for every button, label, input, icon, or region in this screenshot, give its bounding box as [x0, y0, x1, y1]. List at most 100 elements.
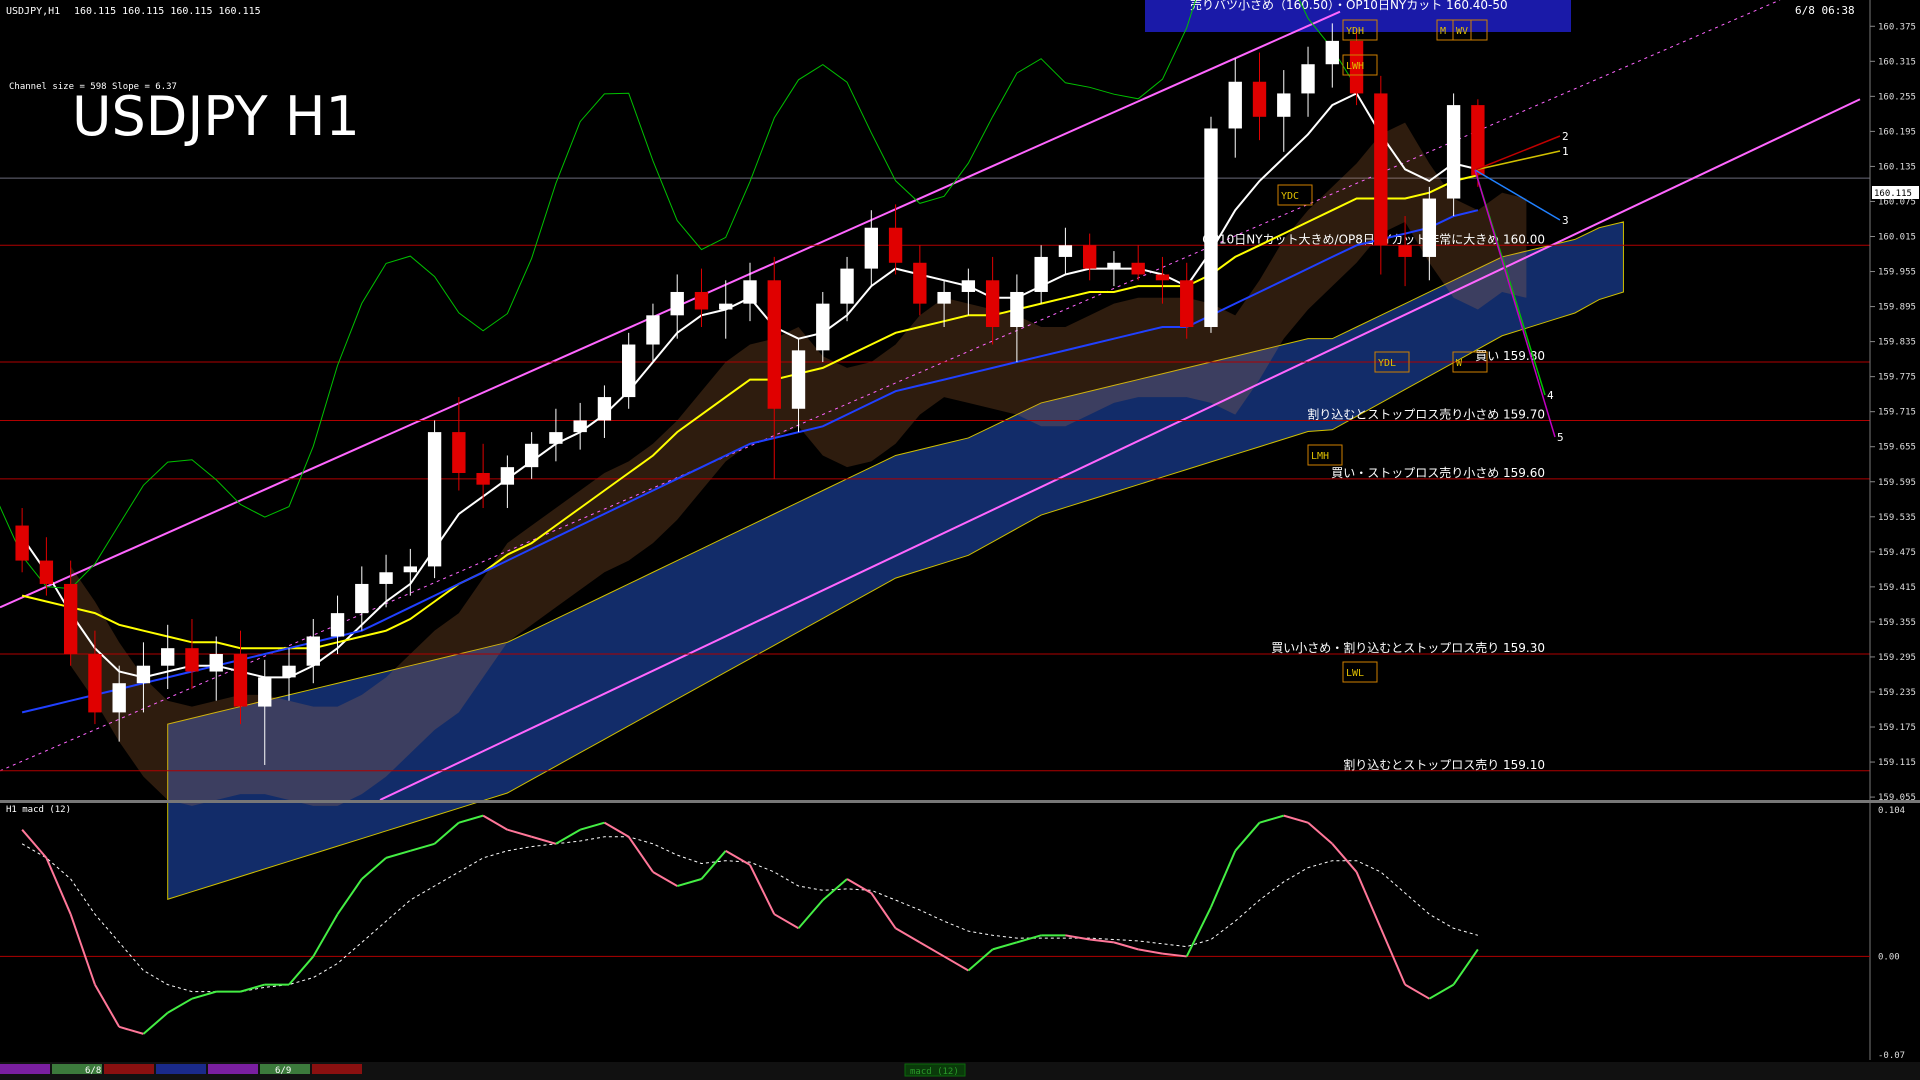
price-tick-label: 159.475	[1878, 548, 1916, 558]
price-tick-label: 159.895	[1878, 303, 1916, 313]
date-label: 6/9	[275, 1066, 291, 1076]
candle-body	[1228, 81, 1242, 129]
candle-body	[355, 583, 369, 614]
level-box-label: M	[1440, 26, 1446, 37]
candle-body	[864, 227, 878, 269]
candle-body	[1131, 262, 1145, 275]
candle-body	[767, 280, 781, 409]
trading-chart[interactable]: 売りバツ小さめ（160.50）・OP10日NYカット 160.40-50 USD…	[0, 0, 1920, 1080]
candle-body	[1398, 245, 1412, 257]
candle-body	[1446, 105, 1461, 199]
price-tick-label: 159.115	[1878, 758, 1916, 768]
price-tick-label: 159.355	[1878, 618, 1916, 628]
candle-body	[622, 344, 636, 398]
price-tick-label: 159.235	[1878, 688, 1916, 698]
candle-body	[15, 525, 29, 561]
symbol-header: USDJPY,H1	[6, 6, 60, 17]
candle-body	[1252, 81, 1267, 117]
candle-body	[888, 227, 903, 263]
candle-body	[646, 315, 660, 345]
price-tick-label: 159.595	[1878, 478, 1916, 488]
indicator-tab-label: macd (12)	[910, 1067, 959, 1077]
pane-separator[interactable]	[0, 800, 1920, 803]
macd-label: H1 macd (12)	[6, 805, 71, 815]
projection-label: 5	[1557, 431, 1564, 444]
candle-body	[694, 291, 709, 310]
price-tick-label: 159.535	[1878, 513, 1916, 523]
price-tick-label: 160.255	[1878, 92, 1916, 102]
candle-body	[112, 683, 126, 713]
candle-body	[452, 432, 466, 473]
price-tick-label: 159.775	[1878, 373, 1916, 383]
candle-body	[233, 654, 248, 707]
price-tick-label: 160.375	[1878, 22, 1916, 32]
date-label: 6/8	[85, 1066, 101, 1076]
projection-label: 3	[1562, 214, 1569, 227]
candle-body	[258, 677, 272, 707]
price-tick-label: 160.315	[1878, 57, 1916, 67]
price-tick-label: 159.955	[1878, 268, 1916, 278]
macd-tick-label: -0.07	[1878, 1051, 1905, 1061]
candle-body	[791, 350, 806, 409]
ohlc-header: 160.115 160.115 160.115 160.115	[74, 6, 261, 17]
level-box-label: WV	[1456, 26, 1468, 37]
candle-body	[961, 280, 976, 292]
candle-body	[500, 467, 515, 485]
price-tick-label: 160.015	[1878, 232, 1916, 242]
candle-body	[427, 432, 442, 567]
price-tick-label: 159.655	[1878, 443, 1916, 453]
projection-label: 2	[1562, 130, 1569, 143]
price-level-label: 買い小さめ・割り込むとストップロス売り 159.30	[1271, 640, 1545, 655]
candle-body	[524, 443, 539, 468]
candle-body	[597, 397, 612, 421]
candle-body	[379, 572, 393, 584]
candle-body	[549, 432, 563, 444]
candle-body	[88, 654, 102, 713]
candle-body	[185, 648, 199, 672]
candle-body	[1325, 40, 1339, 65]
candle-body	[1083, 245, 1097, 269]
candle-body	[816, 303, 830, 351]
price-tick-label: 159.415	[1878, 583, 1916, 593]
level-box-label: YDH	[1346, 26, 1364, 37]
candle-body	[1058, 245, 1073, 257]
candle-body	[1010, 291, 1024, 328]
bottom-bar: 6/8 6/9 macd (12)	[0, 1062, 1920, 1080]
candle-body	[985, 280, 1000, 328]
candle-body	[1471, 105, 1485, 176]
candle-body	[330, 613, 345, 637]
macd-tick-label: 0.104	[1878, 806, 1905, 816]
candle-body	[39, 560, 54, 584]
datetime-label: 6/8 06:38	[1795, 4, 1855, 17]
price-tick-label: 159.175	[1878, 723, 1916, 733]
candle-body	[1107, 262, 1121, 269]
level-box-label: W	[1456, 358, 1463, 369]
price-tick-label: 160.195	[1878, 127, 1916, 137]
projection-label: 4	[1547, 389, 1554, 402]
candle-body	[1422, 198, 1437, 257]
candle-body	[1374, 93, 1388, 246]
chart-title: USDJPY H1	[72, 85, 360, 148]
price-level-label: 買い・ストップロス売り小さめ 159.60	[1331, 465, 1545, 480]
bottom-swatch	[208, 1064, 258, 1074]
candle-body	[1277, 93, 1291, 117]
level-box-label: LWL	[1346, 668, 1364, 679]
candle-body	[913, 262, 927, 304]
candle-body	[136, 665, 151, 684]
bottom-swatch	[312, 1064, 362, 1074]
level-box-label: LWH	[1346, 61, 1364, 72]
bottom-swatch	[156, 1064, 206, 1074]
candle-body	[63, 583, 78, 655]
candle-body	[1034, 256, 1048, 292]
candle-body	[476, 472, 490, 485]
candle-body	[161, 648, 175, 666]
price-level-label: 割り込むとストップロス売り小さめ 159.70	[1307, 406, 1545, 421]
candle-body	[840, 268, 854, 304]
candle-body	[1180, 280, 1194, 328]
candle-body	[937, 291, 951, 304]
bottom-swatch	[0, 1064, 50, 1074]
price-tick-label: 159.715	[1878, 408, 1916, 418]
price-tick-label: 160.135	[1878, 162, 1916, 172]
projection-label: 1	[1562, 145, 1569, 158]
candle-body	[282, 665, 296, 678]
